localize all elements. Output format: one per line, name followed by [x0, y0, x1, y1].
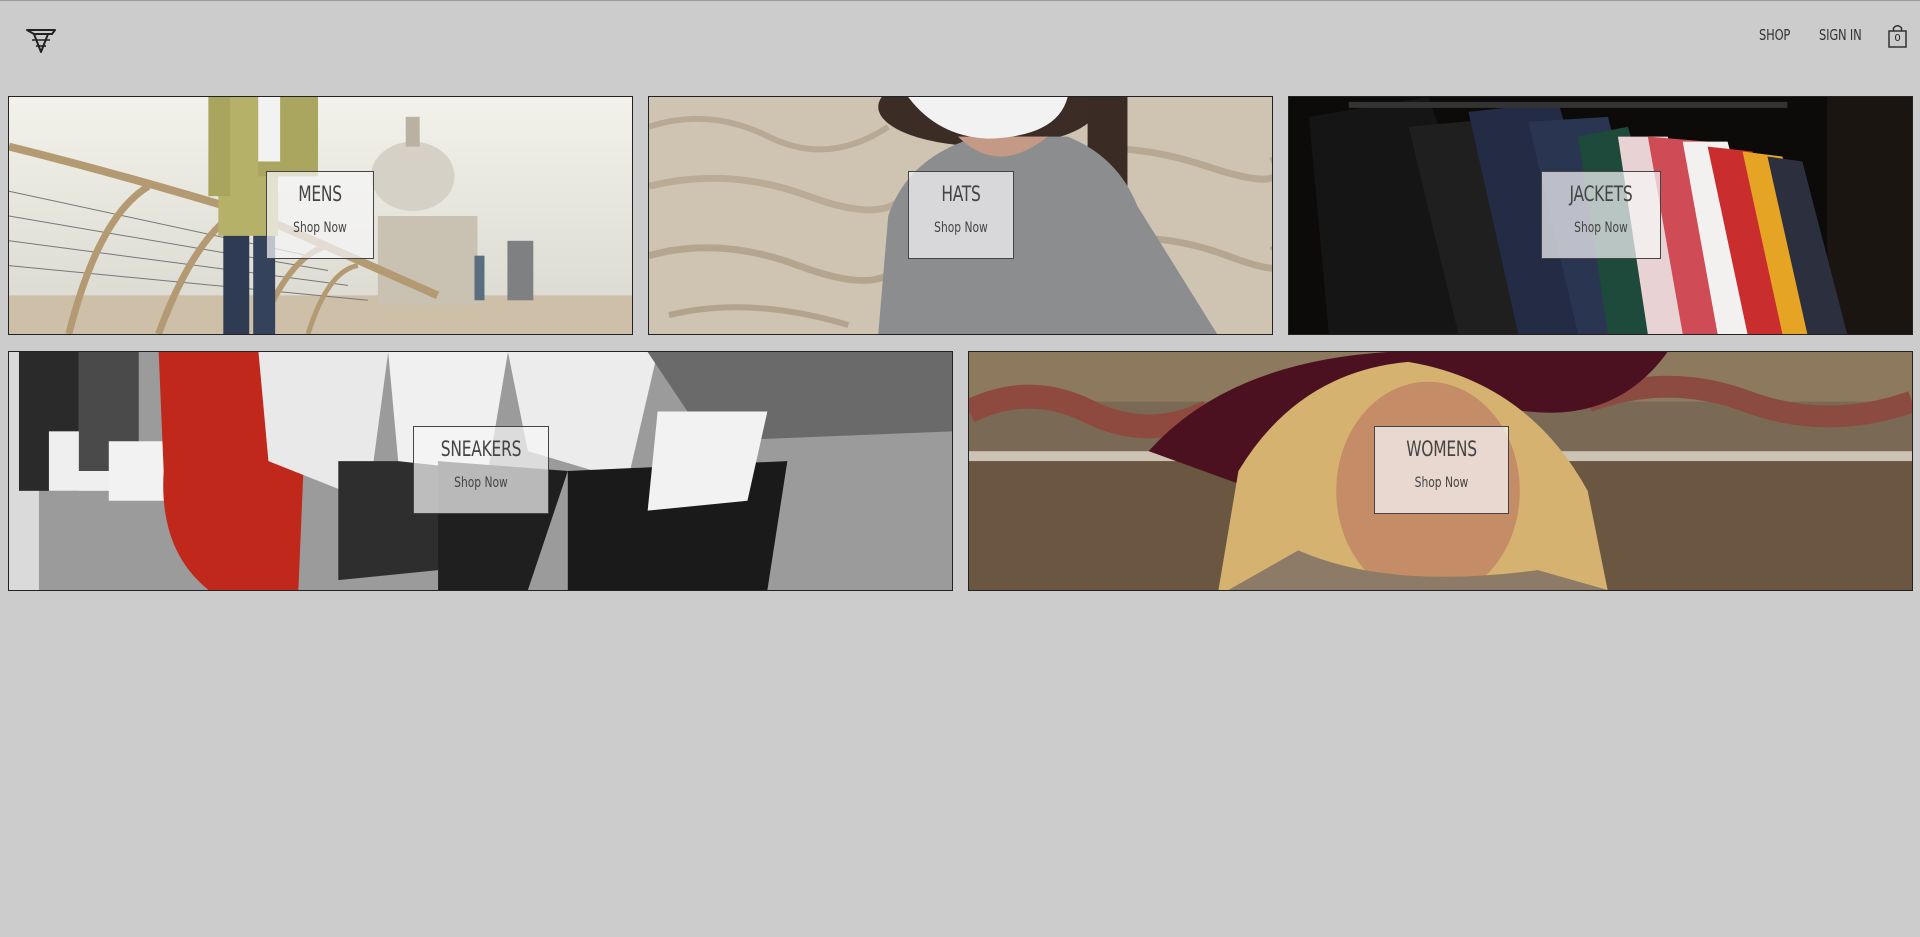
mens-label-box: MENS Shop Now — [266, 171, 374, 259]
womens-label-box: WOMENS Shop Now — [1374, 426, 1509, 514]
category-title: JACKETS — [1569, 182, 1633, 206]
category-tile-womens[interactable]: WOMENS Shop Now — [968, 351, 1913, 591]
category-tile-jackets[interactable]: JACKETS Shop Now — [1288, 96, 1913, 335]
brand-logo-icon[interactable] — [25, 26, 57, 56]
nav-sign-in-link[interactable]: SIGN IN — [1819, 26, 1862, 44]
category-title: MENS — [298, 182, 342, 206]
shop-now-link[interactable]: Shop Now — [275, 220, 365, 236]
category-tile-hats[interactable]: HATS Shop Now — [648, 96, 1273, 335]
category-tile-sneakers[interactable]: SNEAKERS Shop Now — [8, 351, 953, 591]
cart-count: 0 — [1894, 33, 1901, 44]
hats-label-box: HATS Shop Now — [908, 171, 1014, 259]
site-header: SHOP SIGN IN 0 — [0, 0, 1920, 80]
shop-now-link[interactable]: Shop Now — [424, 475, 538, 491]
shop-now-link[interactable]: Shop Now — [917, 220, 1005, 236]
sneakers-label-box: SNEAKERS Shop Now — [413, 426, 549, 514]
category-title: HATS — [941, 182, 981, 206]
category-tile-mens[interactable]: MENS Shop Now — [8, 96, 633, 335]
shop-now-link[interactable]: Shop Now — [1551, 220, 1651, 236]
category-title: WOMENS — [1406, 437, 1477, 461]
nav-shop-link[interactable]: SHOP — [1759, 26, 1790, 44]
jackets-label-box: JACKETS Shop Now — [1541, 171, 1661, 259]
shopping-bag-icon[interactable]: 0 — [1887, 24, 1908, 48]
category-title: SNEAKERS — [440, 437, 522, 461]
shop-now-link[interactable]: Shop Now — [1385, 475, 1498, 491]
